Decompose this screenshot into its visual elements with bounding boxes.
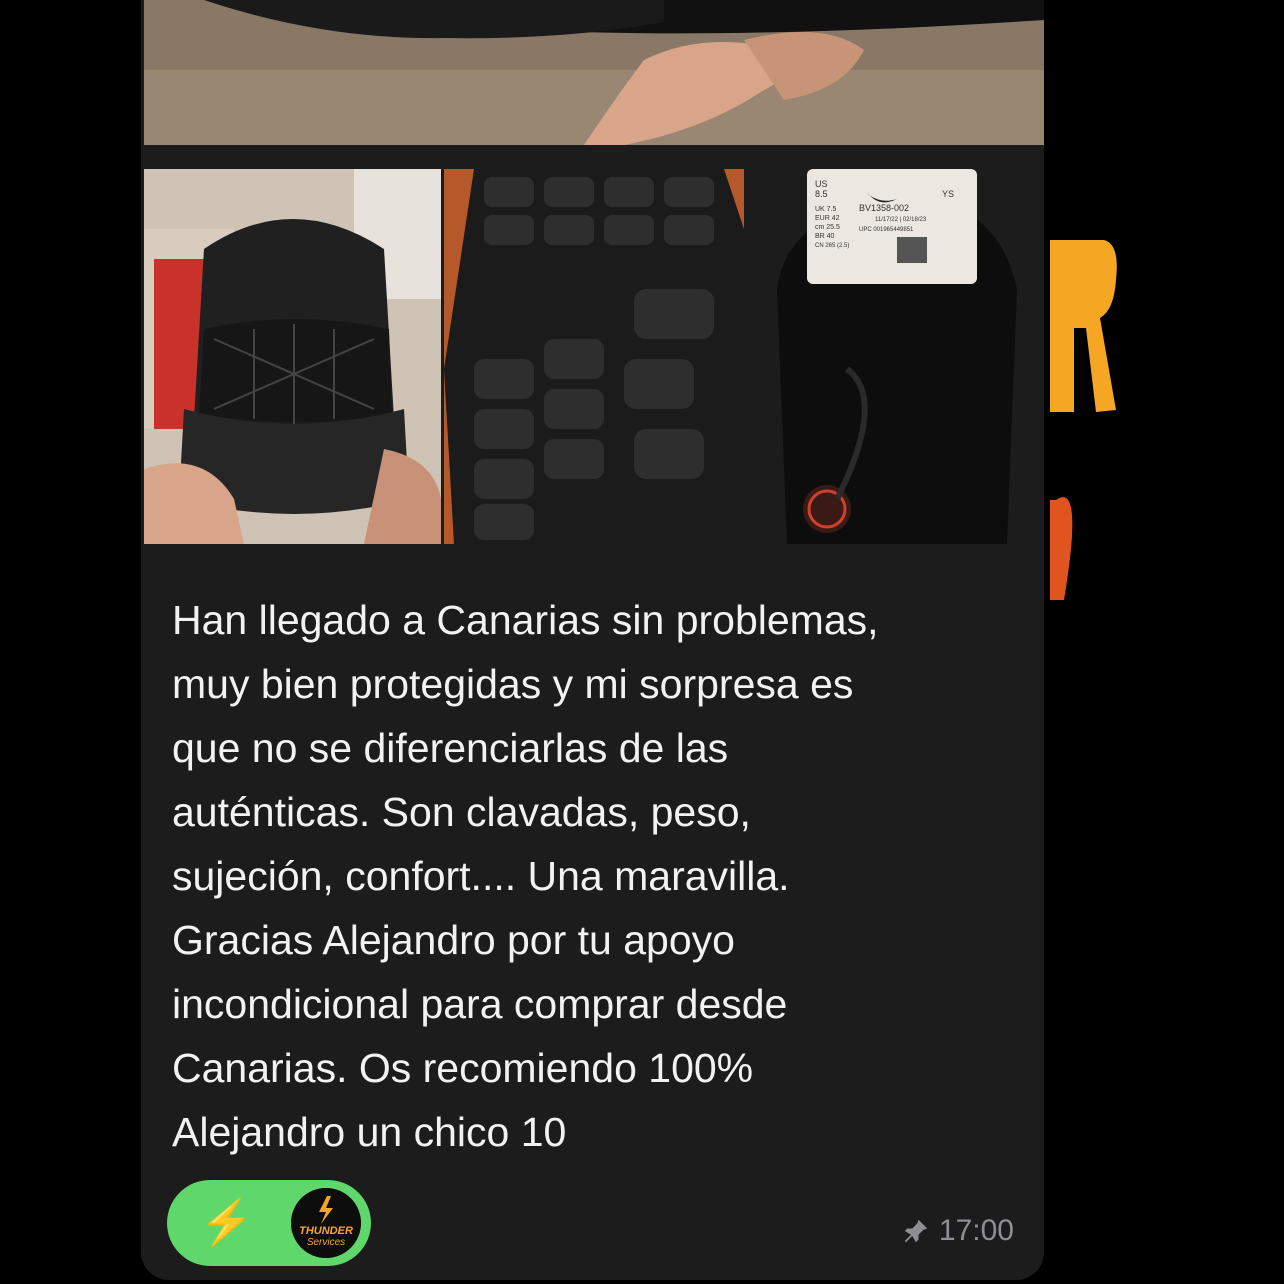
photo-shoe-label[interactable]: US 8.5 YS UK 7.5 EUR 42 cm 25.5 BR 40 CN… (747, 169, 1044, 544)
reaction-chip[interactable]: ⚡ THUNDER Services (167, 1180, 371, 1266)
avatar-text-thunder: THUNDER (299, 1225, 353, 1237)
label-cm: cm 25.5 (815, 224, 840, 231)
reactor-avatar[interactable]: THUNDER Services (291, 1188, 361, 1258)
label-br: BR 40 (815, 233, 835, 240)
message-meta: 17:00 (901, 1214, 1014, 1248)
lightning-emoji: ⚡ (199, 1198, 254, 1247)
label-us: US (815, 179, 828, 189)
label-ys: YS (942, 189, 954, 199)
label-uk: UK 7.5 (815, 206, 837, 213)
photo-shoe-heel[interactable] (144, 169, 441, 544)
photo-shoe-sole[interactable] (444, 169, 744, 544)
wallpaper-art (1044, 200, 1284, 620)
pin-icon (904, 1219, 928, 1243)
label-eur: EUR 42 (815, 215, 840, 222)
label-dates: 11/17/22 | 02/18/23 (875, 217, 927, 223)
label-size: 8.5 (815, 189, 828, 199)
message-time: 17:00 (938, 1214, 1014, 1247)
label-upc: UPC 001965449851 (859, 227, 914, 233)
label-cn: CN 265 (2.5) (815, 243, 849, 249)
photo-shoe-side[interactable] (144, 0, 1044, 145)
label-style: BV1358-002 (859, 203, 909, 213)
avatar-text-services: Services (307, 1237, 345, 1248)
message-bubble: US 8.5 YS UK 7.5 EUR 42 cm 25.5 BR 40 CN… (141, 0, 1044, 1280)
message-text: Han llegado a Canarias sin problemas, mu… (172, 597, 879, 1155)
